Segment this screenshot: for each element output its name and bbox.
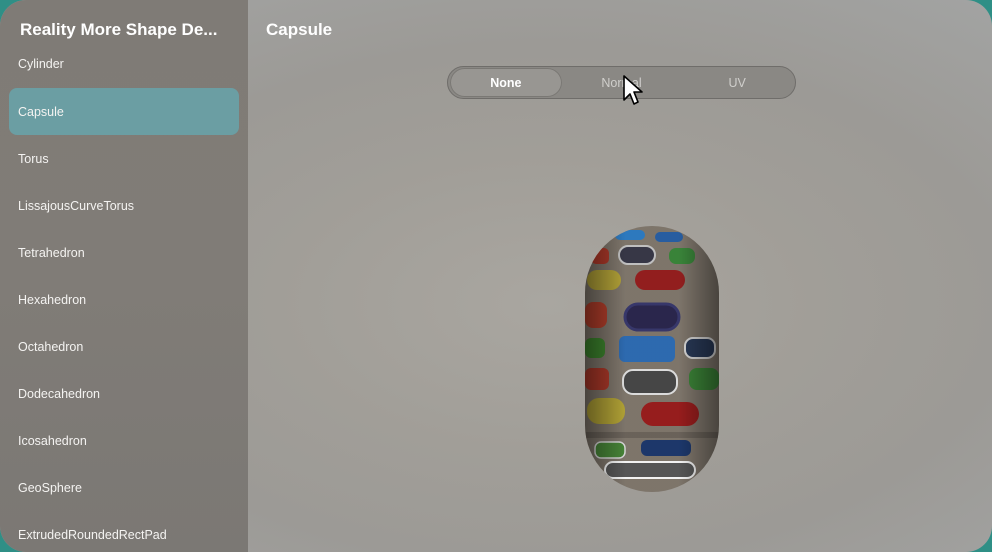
capsule-texture	[585, 226, 719, 492]
sidebar-item-tetrahedron[interactable]: Tetrahedron	[9, 229, 239, 276]
sidebar-item-capsule[interactable]: Capsule	[9, 88, 239, 135]
sidebar: Reality More Shape De... Cylinder Capsul…	[0, 0, 248, 552]
sidebar-item-lissajous-curve-torus[interactable]: LissajousCurveTorus	[9, 182, 239, 229]
sidebar-item-label: GeoSphere	[18, 480, 82, 495]
sidebar-item-label: LissajousCurveTorus	[18, 198, 135, 213]
sidebar-item-geosphere[interactable]: GeoSphere	[9, 464, 239, 511]
app-window: Reality More Shape De... Cylinder Capsul…	[0, 0, 992, 552]
sidebar-item-extruded-rounded-rect-pad[interactable]: ExtrudedRoundedRectPad	[9, 511, 239, 552]
sidebar-item-torus[interactable]: Torus	[9, 135, 239, 182]
sidebar-title: Reality More Shape De...	[20, 20, 218, 39]
sidebar-item-label: Capsule	[18, 104, 64, 119]
sidebar-item-label: Icosahedron	[18, 433, 87, 448]
page-title: Capsule	[266, 20, 333, 39]
mouse-pointer-icon	[623, 75, 643, 105]
sidebar-item-label: Tetrahedron	[18, 245, 85, 260]
sidebar-item-octahedron[interactable]: Octahedron	[9, 323, 239, 370]
sidebar-item-label: Dodecahedron	[18, 386, 101, 401]
sidebar-item-label: Cylinder	[18, 57, 64, 71]
shape-list: Cylinder Capsule Torus LissajousCurveTor…	[0, 40, 248, 552]
sidebar-item-label: Hexahedron	[18, 292, 87, 307]
capsule-model[interactable]	[585, 226, 719, 492]
sidebar-item-dodecahedron[interactable]: Dodecahedron	[9, 370, 239, 417]
segment-none[interactable]: None	[450, 68, 562, 97]
sidebar-item-label: Octahedron	[18, 339, 84, 354]
sidebar-item-cylinder[interactable]: Cylinder	[9, 40, 239, 88]
sidebar-item-label: ExtrudedRoundedRectPad	[18, 527, 167, 542]
segment-uv[interactable]: UV	[681, 68, 793, 97]
sidebar-item-label: Torus	[18, 151, 49, 166]
sidebar-item-icosahedron[interactable]: Icosahedron	[9, 417, 239, 464]
sidebar-item-hexahedron[interactable]: Hexahedron	[9, 276, 239, 323]
